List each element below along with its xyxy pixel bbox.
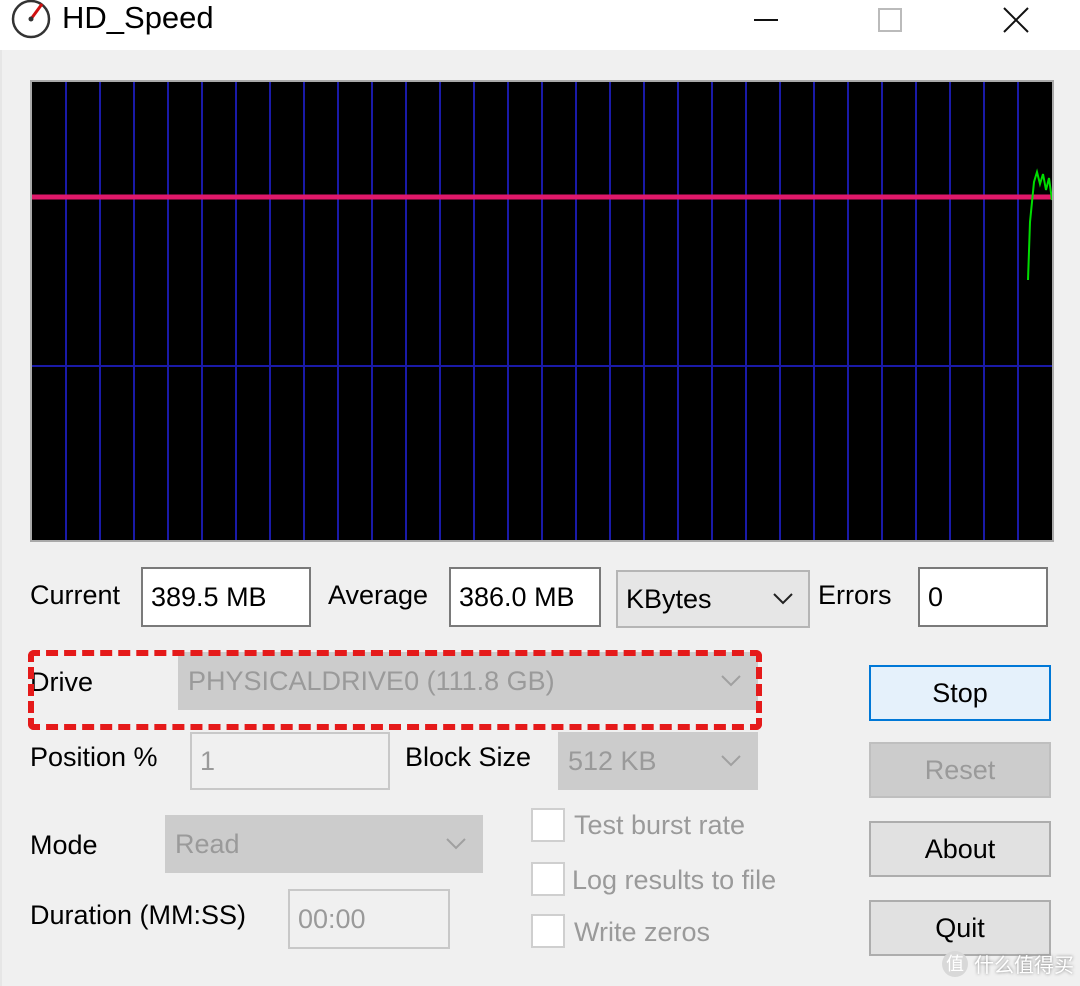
unit-select[interactable]: KBytes [616, 570, 810, 628]
average-value-field: 386.0 MB [449, 567, 601, 627]
log-results-label: Log results to file [572, 865, 777, 895]
errors-label: Errors [818, 580, 892, 610]
current-value-field: 389.5 MB [141, 567, 311, 627]
write-zeros-checkbox[interactable] [531, 914, 565, 948]
speed-graph-canvas [32, 82, 1052, 540]
maximize-button[interactable] [850, 0, 930, 40]
mode-label: Mode [30, 830, 98, 860]
average-label: Average [328, 580, 429, 610]
position-label: Position % [30, 742, 158, 772]
position-input[interactable]: 1 [190, 732, 390, 790]
block-size-value: 512 KB [568, 746, 657, 776]
chevron-down-icon [445, 817, 467, 871]
errors-value-field: 0 [918, 567, 1048, 627]
chevron-down-icon [720, 734, 742, 788]
drive-select[interactable]: PHYSICALDRIVE0 (111.8 GB) [178, 652, 758, 710]
speed-graph [30, 80, 1054, 542]
quit-button[interactable]: Quit [869, 900, 1051, 956]
chevron-down-icon [772, 572, 794, 626]
block-size-select[interactable]: 512 KB [558, 732, 758, 790]
speedometer-icon [11, 0, 51, 39]
close-button[interactable] [976, 0, 1056, 40]
duration-label: Duration (MM:SS) [30, 900, 247, 930]
watermark-logo-icon: 值 [942, 950, 968, 977]
test-burst-rate-label: Test burst rate [574, 810, 746, 840]
block-size-label: Block Size [405, 742, 532, 772]
minimize-icon [754, 19, 778, 21]
log-results-checkbox[interactable] [531, 862, 565, 896]
current-label: Current [30, 580, 121, 610]
speed-trace [1027, 168, 1052, 281]
chevron-down-icon [720, 654, 742, 708]
about-button[interactable]: About [869, 821, 1051, 877]
test-burst-rate-checkbox[interactable] [531, 808, 565, 842]
mode-select-value: Read [175, 829, 240, 859]
drive-select-value: PHYSICALDRIVE0 (111.8 GB) [188, 666, 555, 696]
duration-input[interactable]: 00:00 [288, 889, 450, 949]
write-zeros-label: Write zeros [574, 917, 711, 947]
stop-button[interactable]: Stop [869, 665, 1051, 721]
minimize-button[interactable] [726, 0, 806, 40]
drive-label: Drive [30, 667, 94, 697]
window-title: HD_Speed [62, 0, 214, 35]
watermark: 值 什么值得买 [942, 949, 1074, 978]
watermark-text: 什么值得买 [974, 955, 1074, 977]
close-icon [1003, 7, 1029, 33]
reset-button[interactable]: Reset [869, 742, 1051, 798]
maximize-icon [878, 8, 902, 32]
mode-select[interactable]: Read [165, 815, 483, 873]
title-bar: HD_Speed [0, 0, 1080, 50]
unit-select-value: KBytes [626, 584, 712, 614]
